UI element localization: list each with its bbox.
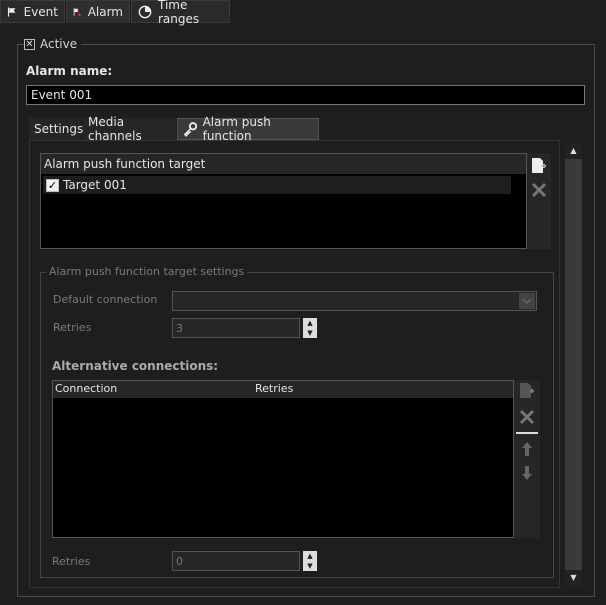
bottom-retries-up-button[interactable]: ▲	[303, 551, 317, 561]
remove-connection-icon[interactable]	[519, 409, 535, 425]
add-connection-icon[interactable]	[519, 382, 535, 400]
target-list[interactable]: Alarm push function target ✓ Target 001	[40, 153, 527, 249]
target-settings-group-label: Alarm push function target settings	[46, 265, 248, 278]
alternative-connections-toolbar	[514, 380, 540, 538]
active-label: Active	[40, 37, 78, 51]
subtab-alarm-push-function-label: Alarm push function	[202, 115, 271, 143]
alternative-connections-table[interactable]: Connection Retries	[52, 380, 514, 538]
subtab-media-channels[interactable]: Media channels	[83, 115, 176, 143]
flag-icon	[7, 6, 16, 17]
clock-icon	[138, 5, 152, 18]
bottom-retries-label: Retries	[52, 555, 91, 568]
key-icon	[183, 122, 198, 137]
default-connection-select[interactable]	[172, 291, 537, 311]
active-check-box[interactable]: ✕	[24, 38, 35, 50]
target-label: Target 001	[63, 178, 127, 192]
tab-alarm-label: Alarm	[87, 4, 123, 19]
alarm-name-input[interactable]	[26, 85, 585, 105]
scroll-up-button[interactable]: ▲	[565, 143, 582, 159]
subtab-settings-label: Settings	[34, 122, 84, 136]
subtab-media-channels-label: Media channels	[88, 115, 142, 143]
tab-event-label: Event	[23, 4, 58, 19]
retries-label: Retries	[53, 321, 92, 334]
arrow-down-icon[interactable]	[520, 465, 534, 481]
retries-input[interactable]	[172, 318, 300, 338]
list-item[interactable]: ✓ Target 001	[43, 176, 511, 194]
target-list-header: Alarm push function target	[41, 154, 526, 174]
table-header: Connection Retries	[53, 381, 513, 398]
arrow-up-icon[interactable]	[520, 441, 534, 457]
tab-alarm[interactable]: Alarm	[66, 0, 130, 23]
alarm-icon	[73, 7, 82, 16]
default-connection-label: Default connection	[53, 293, 158, 306]
scroll-down-button[interactable]: ▼	[565, 570, 582, 586]
subtab-settings[interactable]: Settings	[29, 118, 84, 140]
alarm-name-label: Alarm name:	[26, 64, 113, 78]
chevron-down-icon[interactable]	[519, 293, 535, 309]
tab-time-ranges-label: Time ranges	[158, 0, 200, 26]
column-retries: Retries	[255, 382, 294, 395]
bottom-retries-input[interactable]	[172, 551, 300, 571]
vertical-scrollbar[interactable]: ▲ ▼	[565, 143, 582, 586]
retries-down-button[interactable]: ▼	[303, 328, 317, 338]
add-target-icon[interactable]	[531, 157, 547, 175]
tab-event[interactable]: Event	[0, 0, 65, 23]
retries-up-button[interactable]: ▲	[303, 318, 317, 328]
target-checkbox[interactable]: ✓	[46, 178, 59, 192]
bottom-retries-down-button[interactable]: ▼	[303, 561, 317, 571]
remove-target-icon[interactable]	[531, 182, 547, 198]
subtab-alarm-push-function[interactable]: Alarm push function	[177, 115, 319, 143]
active-checkbox[interactable]: ✕ Active	[24, 37, 82, 51]
alternative-connections-title: Alternative connections:	[52, 359, 219, 373]
column-connection: Connection	[55, 382, 118, 395]
target-toolbar	[527, 153, 551, 249]
toolbar-divider	[516, 432, 538, 434]
tab-time-ranges[interactable]: Time ranges	[131, 0, 230, 26]
